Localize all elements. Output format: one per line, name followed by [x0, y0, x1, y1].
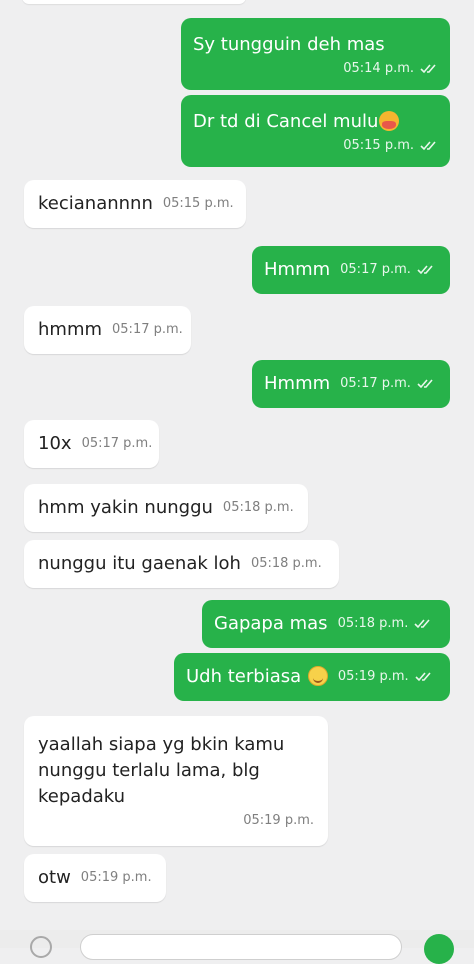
message-time: 05:19 p.m. — [337, 669, 409, 684]
incoming-message[interactable]: hmmm 05:17 p.m. — [24, 306, 191, 354]
sad-face-emoji — [379, 111, 400, 131]
incoming-message[interactable]: hmm yakin nunggu 05:18 p.m. — [24, 484, 308, 532]
outgoing-message[interactable]: Hmmm 05:17 p.m. — [252, 246, 450, 294]
message-text: 10x — [38, 433, 72, 454]
emoji-icon[interactable] — [30, 936, 52, 958]
message-time: 05:18 p.m. — [337, 616, 409, 631]
incoming-message[interactable]: kecianannnn 05:15 p.m. — [24, 180, 246, 228]
incoming-message[interactable]: otw 05:19 p.m. — [24, 854, 166, 902]
message-text: Gapapa mas — [214, 613, 328, 634]
message-text: Udh terbiasa — [186, 666, 302, 687]
outgoing-message[interactable]: Dr td di Cancel mulu 05:15 p.m. — [181, 95, 450, 167]
smiling-face-emoji — [307, 666, 328, 686]
outgoing-message[interactable]: Hmmm 05:17 p.m. — [252, 360, 450, 408]
message-text: Dr td di Cancel mulu — [193, 111, 379, 132]
message-text: Hmmm — [264, 373, 331, 394]
message-text: Sy tungguin deh mas — [193, 34, 385, 55]
outgoing-message[interactable]: Sy tungguin deh mas 05:14 p.m. — [181, 18, 450, 90]
message-text: hmmm — [38, 319, 103, 340]
message-time: 05:15 p.m. — [343, 138, 414, 153]
message-time: 05:17 p.m. — [112, 322, 183, 337]
message-text: nunggu itu gaenak loh — [38, 553, 241, 574]
message-time: 05:17 p.m. — [81, 436, 153, 451]
message-time: 05:15 p.m. — [162, 196, 234, 211]
previous-message-bubble — [22, 0, 246, 4]
message-text: yaallah siapa yg bkin kamu nunggu terlal… — [38, 734, 285, 807]
incoming-message[interactable]: nunggu itu gaenak loh 05:18 p.m. — [24, 540, 339, 588]
double-check-icon — [417, 265, 433, 275]
double-check-icon — [420, 64, 436, 74]
message-time: 05:14 p.m. — [343, 61, 414, 76]
message-text: hmm yakin nunggu — [38, 497, 213, 518]
outgoing-message[interactable]: Udh terbiasa 05:19 p.m. — [174, 653, 450, 701]
message-time: 05:19 p.m. — [243, 813, 314, 828]
message-text: Hmmm — [264, 259, 331, 280]
double-check-icon — [420, 141, 436, 151]
double-check-icon — [417, 379, 433, 389]
message-text: kecianannnn — [38, 193, 153, 214]
message-text: otw — [38, 867, 71, 888]
incoming-message[interactable]: yaallah siapa yg bkin kamu nunggu terlal… — [24, 716, 328, 846]
message-time: 05:19 p.m. — [80, 870, 152, 885]
message-time: 05:18 p.m. — [222, 500, 294, 515]
message-input[interactable] — [80, 934, 402, 960]
incoming-message[interactable]: 10x 05:17 p.m. — [24, 420, 159, 468]
double-check-icon — [415, 672, 431, 682]
send-icon[interactable] — [424, 934, 454, 964]
outgoing-message[interactable]: Gapapa mas 05:18 p.m. — [202, 600, 450, 648]
double-check-icon — [414, 619, 430, 629]
message-time: 05:17 p.m. — [340, 376, 411, 391]
message-time: 05:17 p.m. — [340, 262, 411, 277]
message-time: 05:18 p.m. — [250, 556, 322, 571]
